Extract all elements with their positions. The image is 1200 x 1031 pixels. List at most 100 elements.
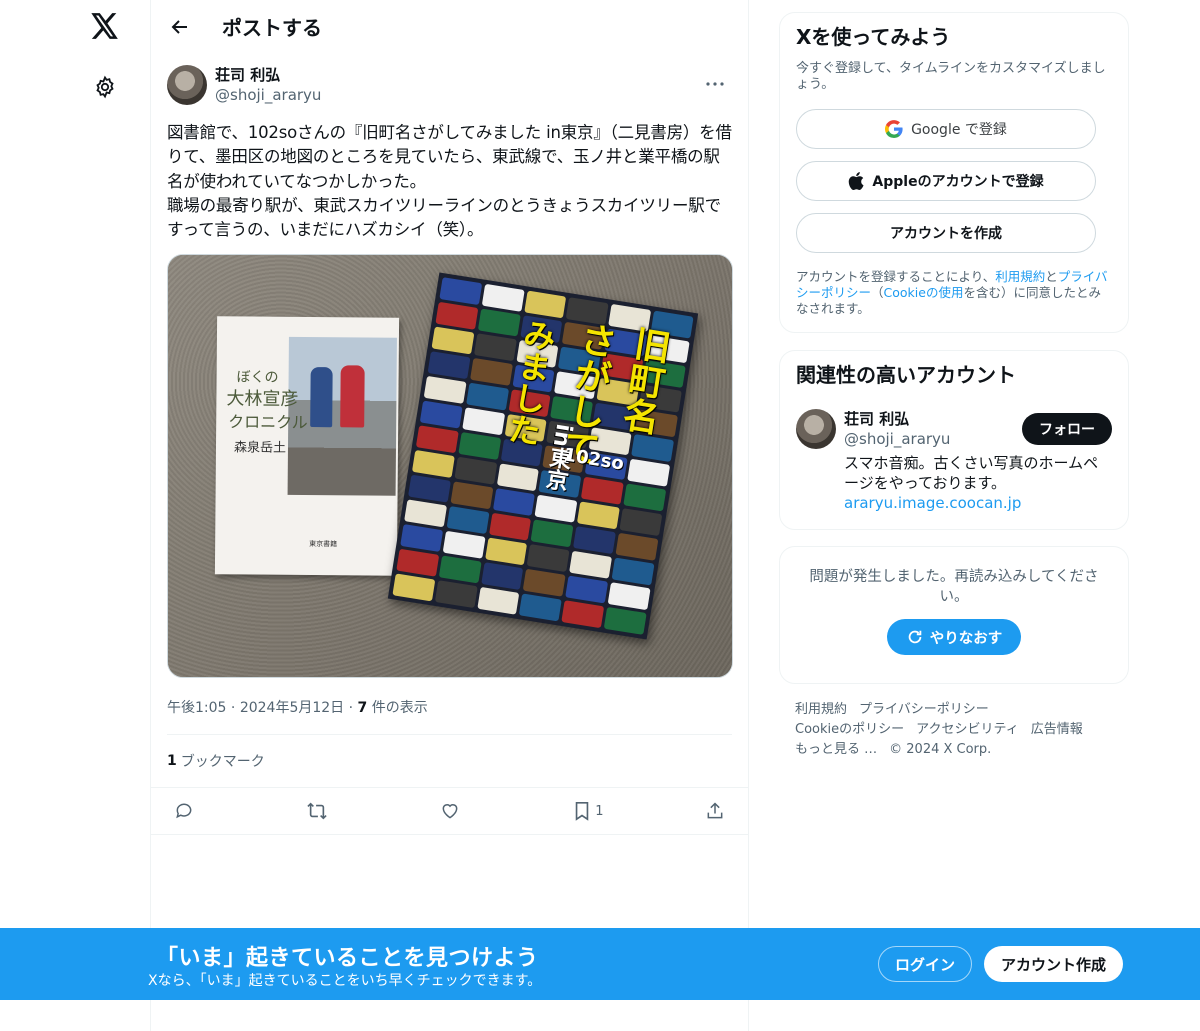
footer-link-terms[interactable]: 利用規約	[795, 702, 847, 717]
terms-text: （	[871, 285, 884, 300]
footer-link-more[interactable]: もっと見る …	[795, 742, 877, 757]
bookmark-icon[interactable]: 1	[565, 794, 604, 828]
related-title: 関連性の高いアカウント	[796, 363, 1016, 387]
retry-label: やりなおす	[929, 630, 1003, 647]
create-account-button[interactable]: アカウントを作成	[796, 213, 1096, 253]
sign-plate	[623, 483, 667, 512]
footer-link-cookie[interactable]: Cookieのポリシー	[795, 722, 904, 737]
apple-icon	[848, 172, 864, 190]
sign-plate	[427, 351, 471, 380]
login-banner: 「いま」起きていることを見つけよう Xなら、「いま」起きていることをいち早くチェ…	[0, 928, 1200, 1000]
retry-button[interactable]: やりなおす	[887, 619, 1021, 655]
left-nav	[0, 0, 150, 1031]
sign-plate	[534, 495, 578, 524]
related-accounts-card: 関連性の高いアカウント 荘司 利弘 @shoji_araryu スマホ音痴。古く…	[779, 350, 1129, 530]
sign-plate	[531, 519, 574, 548]
avatar[interactable]	[796, 409, 836, 449]
sign-plate	[476, 587, 520, 616]
page-header: ポストする	[151, 0, 748, 53]
sign-plate	[450, 481, 494, 510]
sign-plate	[627, 459, 671, 488]
sign-plate	[603, 607, 647, 636]
post-actions: 1	[151, 787, 748, 836]
sign-plate	[435, 302, 479, 331]
gear-icon[interactable]	[87, 69, 123, 105]
repost-icon[interactable]	[300, 794, 334, 828]
sign-plate	[434, 580, 478, 609]
author-row: 荘司 利弘 @shoji_araryu	[167, 65, 732, 105]
sign-plate	[527, 544, 570, 573]
like-icon[interactable]	[433, 794, 467, 828]
terms-text: と	[1045, 269, 1058, 284]
post-date[interactable]: 2024年5月12日	[240, 700, 344, 716]
signup-title: Xを使ってみよう	[796, 25, 951, 49]
apple-signup-button[interactable]: Appleのアカウントで登録	[796, 161, 1096, 201]
sign-plate	[581, 477, 624, 506]
signup-terms: アカウントを登録することにより、利用規約とプライバシーポリシー（Cookieの使…	[796, 269, 1112, 317]
cookie-link[interactable]: Cookieの使用	[884, 285, 964, 300]
book1-author: 森泉岳土	[233, 440, 287, 457]
views-label: 件の表示	[371, 700, 428, 717]
sign-plate	[392, 573, 436, 602]
sign-plate	[569, 551, 613, 580]
avatar[interactable]	[167, 65, 207, 105]
login-button[interactable]: ログイン	[878, 946, 972, 982]
bookmark-stats: 1 ブックマーク	[167, 734, 732, 787]
reply-icon[interactable]	[167, 794, 201, 828]
sign-plate	[411, 450, 455, 479]
sign-plate	[492, 488, 536, 517]
arrow-left-icon[interactable]	[163, 10, 197, 44]
related-bio-link[interactable]: araryu.image.coocan.jp	[844, 494, 1021, 512]
author-handle[interactable]: @shoji_araryu	[215, 85, 321, 105]
related-account[interactable]: 荘司 利弘 @shoji_araryu スマホ音痴。古くさい写真のホームページを…	[796, 409, 1112, 513]
sign-plate	[423, 376, 467, 405]
views-count: 7	[357, 700, 368, 717]
sign-plate	[404, 499, 447, 528]
author-names: 荘司 利弘 @shoji_araryu	[215, 65, 321, 105]
google-icon	[885, 120, 903, 138]
sign-plate	[565, 576, 609, 604]
google-signup-button[interactable]: Google で登録	[796, 109, 1096, 149]
sign-plate	[611, 558, 655, 586]
sign-plate	[561, 600, 605, 629]
terms-link[interactable]: 利用規約	[995, 269, 1045, 284]
book-cover-left: ぼくの 大林宣彦 クロニクル 森泉岳土 東京書籍	[214, 316, 400, 577]
error-message: 問題が発生しました。再読み込みしてください。	[809, 569, 1099, 605]
post-meta: 午後1:05 · 2024年5月12日 · 7 件の表示	[167, 700, 428, 717]
create-account-label: アカウントを作成	[890, 226, 1002, 242]
post-time[interactable]: 午後1:05	[167, 700, 226, 716]
sign-plate	[519, 594, 563, 622]
sign-plate	[442, 531, 486, 560]
sign-plate	[496, 463, 540, 492]
apple-signup-label: Appleのアカウントで登録	[872, 174, 1044, 190]
follow-button[interactable]: フォロー	[1022, 413, 1112, 445]
sidebar-footer: 利用規約 プライバシーポリシー Cookieのポリシー アクセシビリティ 広告情報 も…	[795, 700, 1115, 760]
sign-plate	[396, 549, 440, 578]
footer-link-privacy[interactable]: プライバシーポリシー	[859, 702, 989, 717]
sign-plate	[573, 526, 617, 555]
footer-link-ads[interactable]: 広告情報	[1031, 722, 1083, 737]
author-display-name[interactable]: 荘司 利弘	[215, 65, 321, 85]
person-figure	[340, 365, 365, 428]
sign-plate	[438, 555, 482, 584]
sign-plate	[454, 457, 498, 486]
share-icon[interactable]	[698, 794, 732, 828]
sign-plate	[400, 524, 443, 553]
signup-button[interactable]: アカウント作成	[984, 946, 1123, 982]
sign-plate	[523, 290, 567, 319]
sign-plate	[481, 284, 525, 313]
footer-link-accessibility[interactable]: アクセシビリティ	[916, 722, 1019, 737]
terms-text: アカウントを登録することにより、	[796, 269, 996, 284]
post: 荘司 利弘 @shoji_araryu 図書館で、102soさんの『旧町名さがし…	[151, 53, 748, 836]
post-image[interactable]: ぼくの 大林宣彦 クロニクル 森泉岳土 東京書籍 旧町名 さがして みました i…	[167, 254, 733, 679]
error-card: 問題が発生しました。再読み込みしてください。 やりなおす	[779, 546, 1129, 684]
sign-plate	[607, 582, 651, 611]
related-bio: スマホ音痴。古くさい写真のホームページをやっております。 araryu.image…	[844, 453, 1106, 513]
banner-title: 「いま」起きていることを見つけよう	[156, 946, 539, 971]
sign-plate	[415, 425, 459, 454]
refresh-icon	[906, 628, 924, 646]
more-options-icon[interactable]	[698, 67, 732, 101]
sign-plate	[615, 533, 659, 562]
x-logo-icon[interactable]	[87, 8, 123, 44]
book1-publisher: 東京書籍	[309, 540, 338, 549]
